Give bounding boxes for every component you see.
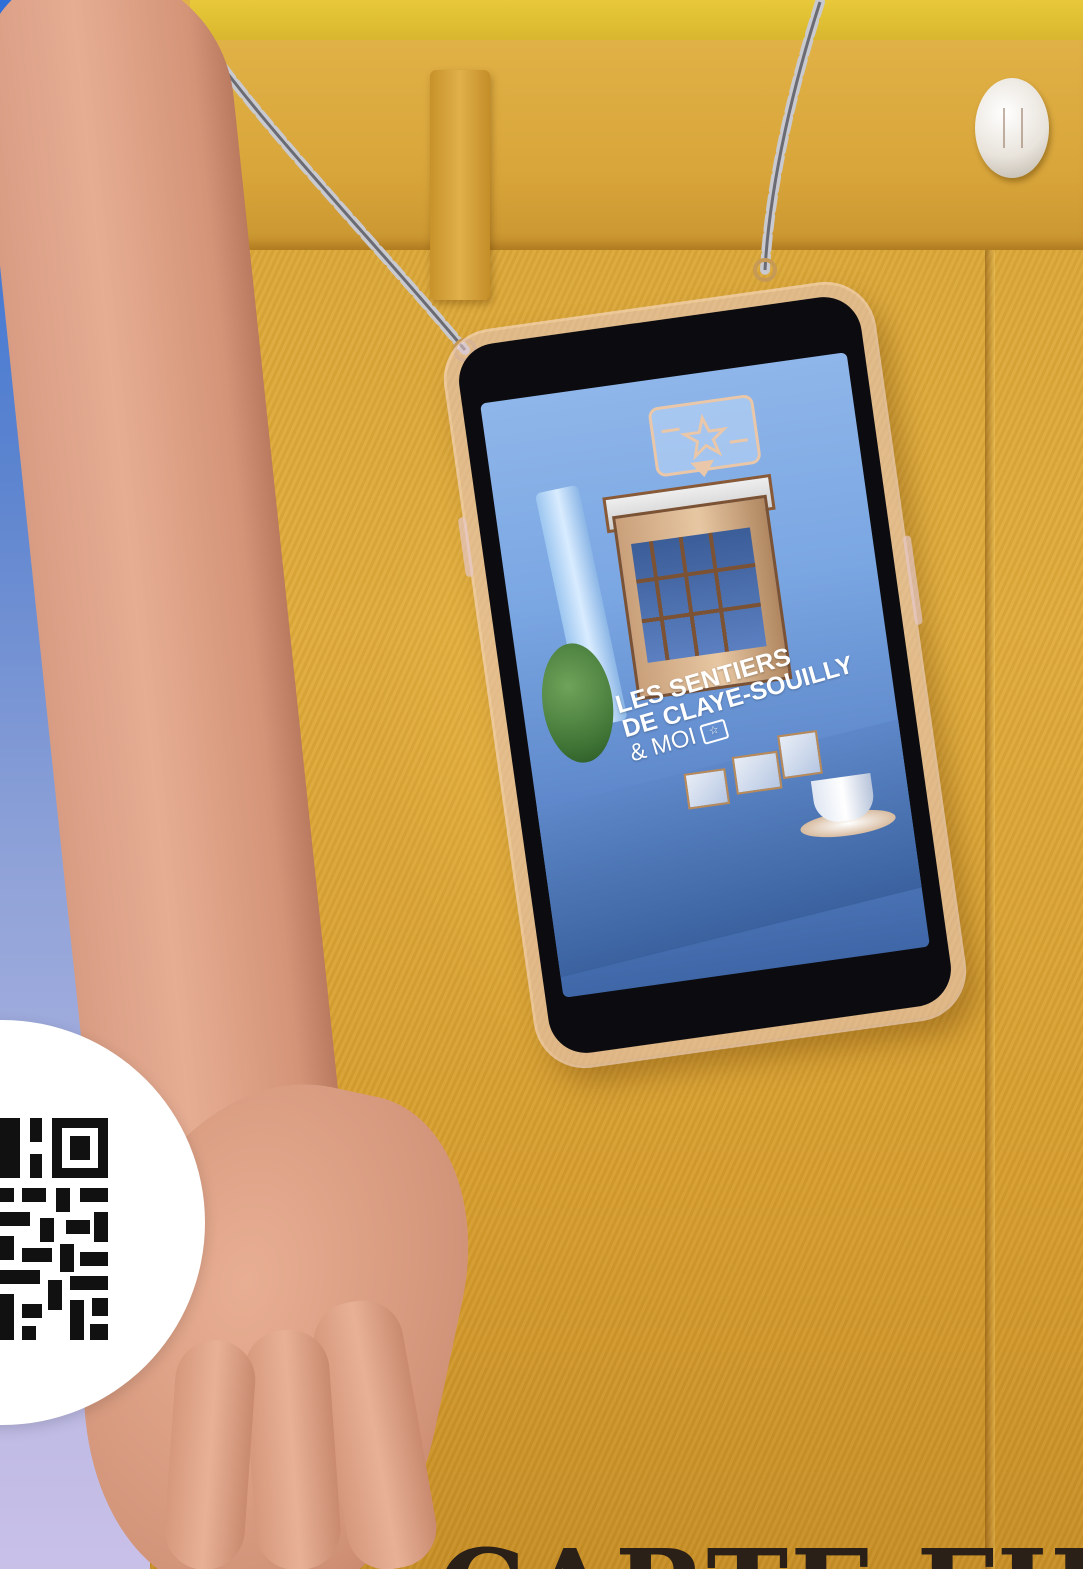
jeans-button xyxy=(975,78,1049,178)
phone-body: LES SENTIERS DE CLAYE-SOUILLY & MOI ☆ xyxy=(454,292,956,1058)
headline: CARTE FIDÉLITÉ xyxy=(438,1535,1083,1569)
qr-code[interactable] xyxy=(0,1118,108,1340)
photo-scene: LES SENTIERS DE CLAYE-SOUILLY & MOI ☆ xyxy=(0,0,1083,1569)
headline-clip: CARTE FIDÉLITÉ xyxy=(0,1535,1083,1569)
building-windows xyxy=(631,527,767,663)
smartphone: LES SENTIERS DE CLAYE-SOUILLY & MOI ☆ xyxy=(440,275,970,1075)
finger xyxy=(241,1327,344,1569)
phone-case: LES SENTIERS DE CLAYE-SOUILLY & MOI ☆ xyxy=(392,243,1018,1108)
card-star-icon: ☆ xyxy=(698,718,730,745)
gift-box xyxy=(731,750,783,795)
gift-box xyxy=(683,768,731,810)
gift-box xyxy=(777,729,823,780)
app-splash-screen: LES SENTIERS DE CLAYE-SOUILLY & MOI ☆ xyxy=(480,352,930,998)
